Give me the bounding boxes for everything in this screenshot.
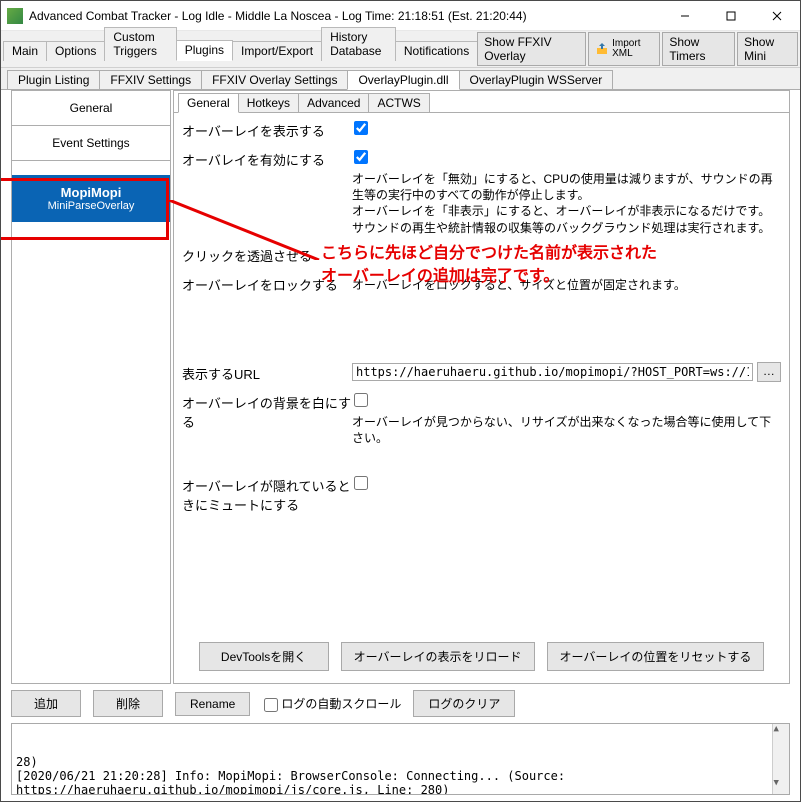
label-white-bg: オーバーレイの背景を白にする: [182, 391, 352, 431]
main-tab-options[interactable]: Options: [46, 41, 105, 61]
show-ffxiv-overlay-button[interactable]: Show FFXIV Overlay: [477, 32, 586, 66]
app-icon: [7, 8, 23, 24]
checkbox-mute-hidden[interactable]: [354, 476, 368, 490]
inner-tab-actws[interactable]: ACTWS: [368, 93, 429, 112]
overlay-list-buttons: 追加 削除 Rename ログの自動スクロール ログのクリア: [11, 684, 790, 723]
main-tab-history-database[interactable]: History Database: [321, 27, 396, 61]
label-url: 表示するURL: [182, 362, 352, 383]
close-button[interactable]: [754, 1, 800, 31]
overlay-item-title: MopiMopi: [18, 185, 164, 200]
main-tab-custom-triggers[interactable]: Custom Triggers: [104, 27, 176, 61]
delete-overlay-button[interactable]: 削除: [93, 690, 163, 717]
log-text: 28) [2020/06/21 21:20:28] Info: MopiMopi…: [16, 755, 785, 795]
main-tab-import-export[interactable]: Import/Export: [232, 41, 322, 61]
scrollbar-down-icon[interactable]: ▼: [774, 778, 789, 794]
desc-white-bg: オーバーレイが見つからない、リサイズが出来なくなった場合等に使用して下さい。: [352, 414, 781, 446]
log-clear-button[interactable]: ログのクリア: [413, 690, 515, 717]
main-tab-plugins[interactable]: Plugins: [176, 40, 233, 61]
settings-form: オーバーレイを表示する オーバレイを有効にする オーバーレイを「無効」にすると、…: [174, 113, 789, 638]
url-browse-button[interactable]: …: [757, 362, 781, 382]
log-scrollbar[interactable]: ▲ ▼: [772, 724, 789, 794]
label-show-overlay: オーバーレイを表示する: [182, 119, 352, 140]
overlay-list-panel: General Event Settings MopiMopi MiniPars…: [11, 90, 171, 684]
checkbox-white-bg[interactable]: [354, 393, 368, 407]
reload-overlay-button[interactable]: オーバーレイの表示をリロード: [341, 642, 535, 671]
desc-enable-overlay: オーバーレイを「無効」にすると、CPUの使用量は減りますが、サウンドの再生等の実…: [352, 171, 781, 236]
show-timers-button[interactable]: Show Timers: [662, 32, 735, 66]
import-icon: [595, 42, 609, 56]
app-window: Advanced Combat Tracker - Log Idle - Mid…: [0, 0, 801, 802]
overlay-item-type: MiniParseOverlay: [18, 200, 164, 212]
import-xml-label: Import XML: [612, 39, 653, 59]
inner-tab-advanced[interactable]: Advanced: [298, 93, 369, 112]
label-enable-overlay: オーバレイを有効にする: [182, 148, 352, 169]
sub-tab-plugin-listing[interactable]: Plugin Listing: [7, 70, 100, 89]
main-toolbar: MainOptionsCustom TriggersPluginsImport/…: [1, 31, 800, 68]
checkbox-enable-overlay[interactable]: [354, 150, 368, 164]
sub-tab-ffxiv-overlay-settings[interactable]: FFXIV Overlay Settings: [201, 70, 348, 89]
sub-tab-overlayplugin-dll[interactable]: OverlayPlugin.dll: [347, 70, 459, 90]
overlay-settings-panel: GeneralHotkeysAdvancedACTWS オーバーレイを表示する …: [173, 90, 790, 684]
show-mini-button[interactable]: Show Mini: [737, 32, 798, 66]
inner-tab-hotkeys[interactable]: Hotkeys: [238, 93, 299, 112]
label-mute-hidden: オーバーレイが隠れているときにミュートにする: [182, 474, 352, 514]
main-tab-notifications[interactable]: Notifications: [395, 41, 478, 61]
label-log-autoscroll: ログの自動スクロール: [281, 695, 401, 712]
left-tab-general[interactable]: General: [12, 91, 170, 126]
add-overlay-button[interactable]: 追加: [11, 690, 81, 717]
devtools-button[interactable]: DevToolsを開く: [199, 642, 329, 671]
sub-tab-ffxiv-settings[interactable]: FFXIV Settings: [99, 70, 202, 89]
maximize-button[interactable]: [708, 1, 754, 31]
checkbox-show-overlay[interactable]: [354, 121, 368, 135]
main-tab-main[interactable]: Main: [3, 41, 47, 61]
log-output[interactable]: 28) [2020/06/21 21:20:28] Info: MopiMopi…: [11, 723, 790, 795]
minimize-button[interactable]: [662, 1, 708, 31]
overlay-action-buttons: DevToolsを開く オーバーレイの表示をリロード オーバーレイの位置をリセッ…: [174, 638, 789, 677]
input-url[interactable]: [352, 363, 753, 381]
inner-tab-general[interactable]: General: [178, 93, 239, 113]
log-autoscroll-wrapper[interactable]: ログの自動スクロール: [262, 695, 401, 712]
settings-inner-tabs: GeneralHotkeysAdvancedACTWS: [174, 91, 789, 113]
annotation-text: こちらに先ほど自分でつけた名前が表示された オーバーレイの追加は完了です。: [321, 242, 657, 288]
plugin-body: General Event Settings MopiMopi MiniPars…: [1, 90, 800, 801]
scrollbar-up-icon[interactable]: ▲: [774, 724, 789, 740]
overlay-list-item-mopimopi[interactable]: MopiMopi MiniParseOverlay: [12, 175, 170, 222]
import-xml-button[interactable]: Import XML: [588, 32, 660, 66]
rename-overlay-button[interactable]: Rename: [175, 692, 250, 716]
checkbox-log-autoscroll[interactable]: [264, 698, 278, 712]
window-title: Advanced Combat Tracker - Log Idle - Mid…: [29, 9, 662, 23]
plugin-sub-tabs: Plugin ListingFFXIV SettingsFFXIV Overla…: [1, 68, 800, 90]
sub-tab-overlayplugin-wsserver[interactable]: OverlayPlugin WSServer: [459, 70, 614, 89]
left-tab-event-settings[interactable]: Event Settings: [12, 126, 170, 161]
reset-position-button[interactable]: オーバーレイの位置をリセットする: [547, 642, 765, 671]
